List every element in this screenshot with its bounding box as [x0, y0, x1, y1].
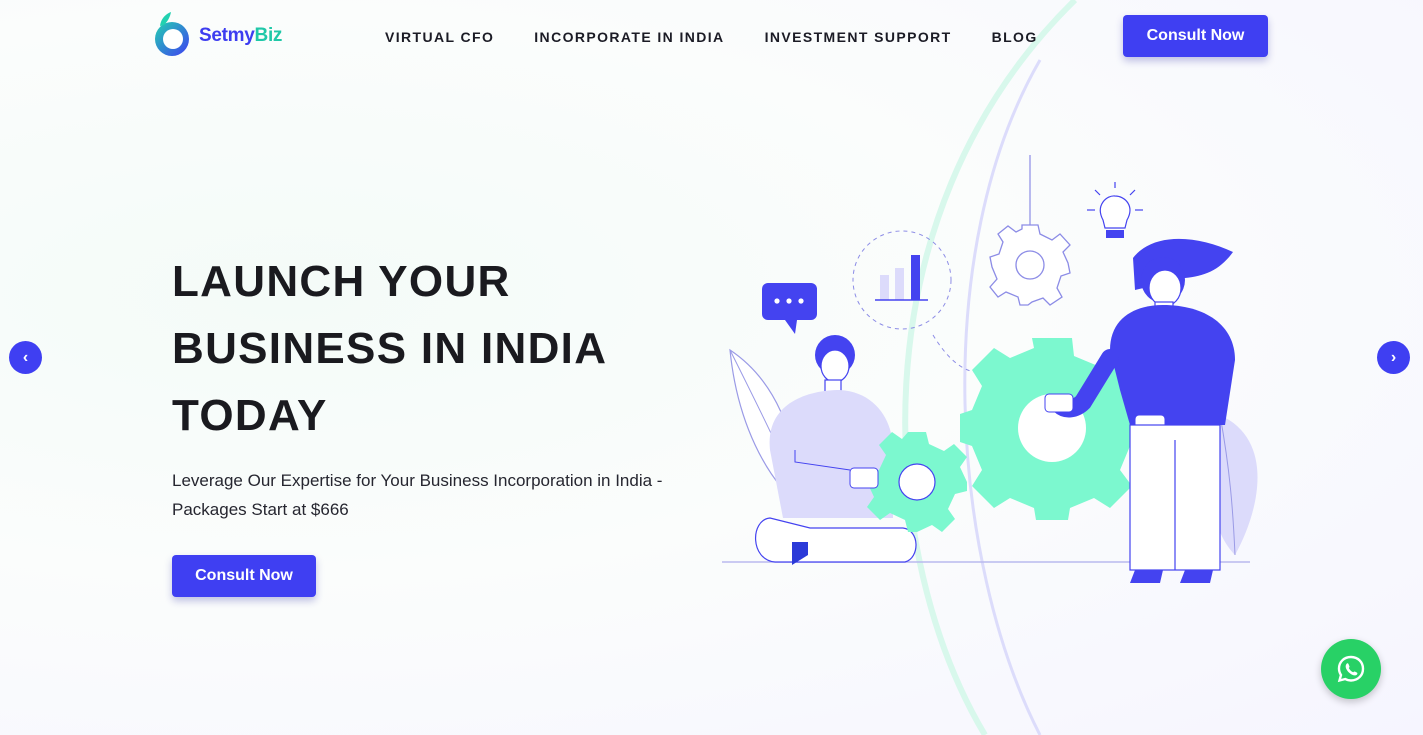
nav-blog[interactable]: BLOG: [992, 29, 1038, 45]
nav-incorporate-in-india[interactable]: INCORPORATE IN INDIA: [534, 29, 724, 45]
nav-investment-support[interactable]: INVESTMENT SUPPORT: [765, 29, 952, 45]
hero-subtitle: Leverage Our Expertise for Your Business…: [172, 471, 663, 519]
hero-illustration: [722, 155, 1258, 583]
chevron-right-icon: ›: [1390, 348, 1397, 366]
hero-title-line: LAUNCH YOUR: [172, 257, 511, 306]
hero-title-line: BUSINESS IN INDIA: [172, 324, 608, 373]
main-nav: VIRTUAL CFO INCORPORATE IN INDIA INVESTM…: [385, 29, 1038, 45]
nav-virtual-cfo[interactable]: VIRTUAL CFO: [385, 29, 494, 45]
header-consult-now-button[interactable]: Consult Now: [1123, 15, 1268, 57]
hero-title-line: TODAY: [172, 391, 328, 440]
brand-logo[interactable]: SetmyBiz: [151, 12, 282, 60]
slider-next-button[interactable]: ›: [1377, 341, 1410, 374]
hero-consult-now-button[interactable]: Consult Now: [172, 555, 316, 597]
hero-title: LAUNCH YOUR BUSINESS IN INDIA TODAY: [172, 248, 692, 449]
chevron-left-icon: ‹: [22, 348, 29, 366]
whatsapp-icon: [1337, 655, 1365, 683]
slider-prev-button[interactable]: ‹: [9, 341, 42, 374]
whatsapp-button[interactable]: [1321, 639, 1381, 699]
logo-ring-icon: [155, 12, 189, 56]
brand-name: SetmyBiz: [199, 25, 283, 46]
